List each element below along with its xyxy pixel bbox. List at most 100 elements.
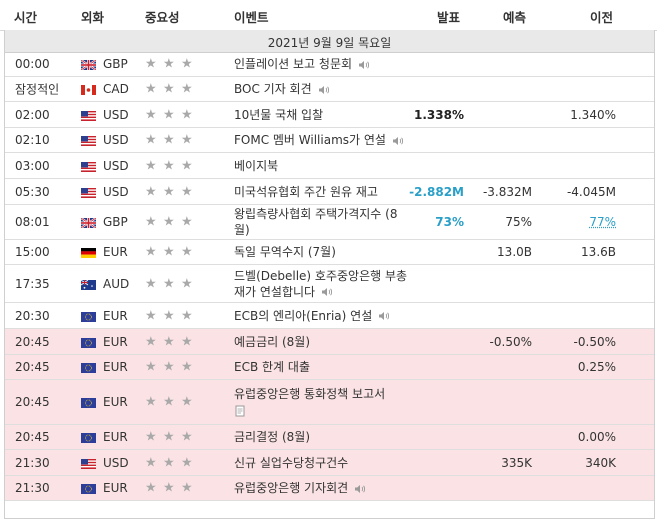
flag-de-icon: [81, 247, 96, 258]
star-icon: ★: [181, 81, 193, 97]
event-name[interactable]: ECB의 엔리아(Enria) 연설: [234, 308, 412, 324]
event-label[interactable]: 독일 무역수지 (7월): [234, 245, 336, 259]
previous-value: -4.045M: [566, 184, 616, 199]
star-icon: ★: [181, 334, 193, 349]
event-name[interactable]: 유럽중앙은행 기자회견: [234, 480, 412, 496]
table-row[interactable]: 21:30 EUR ★ ★ ★ 유럽중앙은행 기자회견: [5, 476, 654, 501]
actual-value: -2.882M: [409, 184, 464, 199]
star-icon: ★: [145, 158, 157, 173]
star-icon: ★: [145, 480, 157, 496]
col-importance[interactable]: 중요성: [145, 7, 180, 26]
event-time: 05:30: [15, 184, 50, 199]
document-icon: [235, 405, 245, 416]
event-name[interactable]: FOMC 멤버 Williams가 연설: [234, 132, 412, 148]
event-label[interactable]: FOMC 멤버 Williams가 연설: [234, 133, 386, 147]
star-icon: ★: [163, 480, 175, 496]
star-icon: ★: [145, 244, 157, 260]
table-row[interactable]: 02:00 USD ★ ★ ★ 10년물 국채 입찰 1.338% 1.340%: [5, 102, 654, 128]
event-time: 03:00: [15, 158, 50, 173]
table-row[interactable]: 20:45 EUR ★ ★ ★ 예금금리 (8월) -0.50% -0.50%: [5, 329, 654, 355]
event-label[interactable]: 신규 실업수당청구건수: [234, 456, 348, 470]
importance-stars: ★ ★ ★: [145, 215, 199, 230]
speaker-icon: [359, 60, 370, 69]
importance-stars: ★ ★ ★: [145, 276, 199, 291]
event-label[interactable]: 왕립측량사협회 주택가격지수 (8월): [234, 207, 397, 237]
col-currency[interactable]: 외화: [81, 7, 104, 26]
currency-code: USD: [103, 107, 129, 122]
event-name[interactable]: 예금금리 (8월): [234, 334, 412, 350]
flag-eu-icon: [81, 432, 96, 443]
table-row[interactable]: 00:00 GBP ★ ★ ★ 인플레이션 보고 청문회: [5, 52, 654, 77]
event-name[interactable]: 왕립측량사협회 주택가격지수 (8월): [234, 206, 412, 238]
table-row[interactable]: 15:00 EUR ★ ★ ★ 독일 무역수지 (7월) 13.0B 13.6B: [5, 240, 654, 265]
event-name[interactable]: 미국석유협회 주간 원유 재고: [234, 184, 412, 200]
star-icon: ★: [163, 394, 175, 410]
event-label[interactable]: 유럽중앙은행 기자회견: [234, 481, 348, 495]
table-row[interactable]: 08:01 GBP ★ ★ ★ 왕립측량사협회 주택가격지수 (8월) 73% 75% 77%: [5, 205, 654, 240]
event-label[interactable]: 인플레이션 보고 청문회: [234, 57, 352, 71]
table-row[interactable]: 03:00 USD ★ ★ ★ 베이지북: [5, 153, 654, 179]
table-row[interactable]: 20:45 EUR ★ ★ ★ ECB 한계 대출 0.25%: [5, 355, 654, 380]
event-name[interactable]: 신규 실업수당청구건수: [234, 455, 412, 471]
event-time: 20:45: [15, 334, 50, 349]
flag-eu-icon: [81, 362, 96, 373]
table-row[interactable]: 05:30 USD ★ ★ ★ 미국석유협회 주간 원유 재고 -2.882M -3.832M…: [5, 179, 654, 205]
event-label[interactable]: 미국석유협회 주간 원유 재고: [234, 185, 378, 199]
star-icon: ★: [145, 184, 157, 199]
table-row[interactable]: 20:45 EUR ★ ★ ★ 유럽중앙은행 통화정책 보고서: [5, 380, 654, 425]
event-time: 21:30: [15, 455, 50, 470]
economic-calendar: 시간 외화 중요성 이벤트 발표 예측 이전 2021년 9월 9일 목요일 0…: [0, 0, 657, 521]
table-row[interactable]: 02:10 USD ★ ★ ★ FOMC 멤버 Williams가 연설: [5, 128, 654, 153]
table-row[interactable]: 잠정적인 CAD ★ ★ ★ BOC 기자 회견: [5, 77, 654, 102]
col-time[interactable]: 시간: [14, 7, 37, 26]
flag-au-icon: [80, 279, 96, 290]
event-time: 잠정적인: [15, 82, 60, 97]
star-icon: ★: [181, 132, 193, 148]
event-name[interactable]: 금리결정 (8월): [234, 429, 412, 445]
event-label[interactable]: ECB의 엔리아(Enria) 연설: [234, 309, 372, 323]
event-label[interactable]: BOC 기자 회견: [234, 82, 312, 96]
star-icon: ★: [163, 107, 175, 122]
event-label[interactable]: 예금금리 (8월): [234, 335, 310, 349]
col-forecast[interactable]: 예측: [503, 7, 526, 26]
currency-code: AUD: [103, 276, 130, 291]
event-label[interactable]: 베이지북: [234, 159, 278, 173]
event-name[interactable]: 베이지북: [234, 158, 412, 174]
currency-code: USD: [103, 133, 129, 147]
table-row[interactable]: 21:30 USD ★ ★ ★ 신규 실업수당청구건수 335K 340K: [5, 450, 654, 476]
date-label: 2021년 9월 9일 목요일: [267, 36, 392, 50]
star-icon: ★: [163, 158, 175, 173]
event-name[interactable]: BOC 기자 회견: [234, 81, 412, 97]
event-name[interactable]: 드벨(Debelle) 호주중앙은행 부총재가 연설합니다: [234, 268, 412, 300]
flag-eu-icon: [81, 311, 96, 322]
table-row[interactable]: 20:45 EUR ★ ★ ★ 금리결정 (8월) 0.00%: [5, 425, 654, 450]
event-name[interactable]: 10년물 국채 입찰: [234, 107, 412, 123]
table-row[interactable]: 20:30 EUR ★ ★ ★ ECB의 엔리아(Enria) 연설: [5, 303, 654, 329]
previous-value: 0.00%: [577, 430, 616, 444]
star-icon: ★: [181, 480, 193, 496]
event-name[interactable]: 독일 무역수지 (7월): [234, 244, 412, 260]
actual-value: 1.338%: [414, 107, 464, 122]
importance-stars: ★ ★ ★: [145, 308, 199, 323]
event-name[interactable]: ECB 한계 대출: [234, 359, 412, 375]
col-actual[interactable]: 발표: [437, 7, 460, 26]
currency-code: EUR: [103, 360, 128, 374]
previous-value: 340K: [585, 455, 616, 470]
importance-stars: ★ ★ ★: [145, 57, 199, 72]
event-time: 00:00: [15, 57, 50, 71]
event-label[interactable]: ECB 한계 대출: [234, 360, 310, 374]
star-icon: ★: [181, 244, 193, 260]
event-name[interactable]: 인플레이션 보고 청문회: [234, 56, 412, 72]
star-icon: ★: [163, 308, 175, 323]
col-previous[interactable]: 이전: [590, 7, 613, 26]
col-event[interactable]: 이벤트: [234, 7, 269, 26]
event-name[interactable]: 유럽중앙은행 통화정책 보고서: [234, 386, 412, 418]
table-row[interactable]: 17:35 AUD ★ ★ ★ 드벨(Debelle) 호주중앙은행 부총재가 연설합니다: [5, 265, 654, 303]
currency-code: EUR: [103, 308, 128, 323]
event-time: 20:45: [15, 360, 50, 374]
event-label[interactable]: 유럽중앙은행 통화정책 보고서: [234, 387, 385, 401]
event-label[interactable]: 10년물 국채 입찰: [234, 108, 323, 122]
star-icon: ★: [145, 359, 157, 375]
event-label[interactable]: 금리결정 (8월): [234, 430, 310, 444]
date-row: 2021년 9월 9일 목요일: [5, 30, 654, 53]
